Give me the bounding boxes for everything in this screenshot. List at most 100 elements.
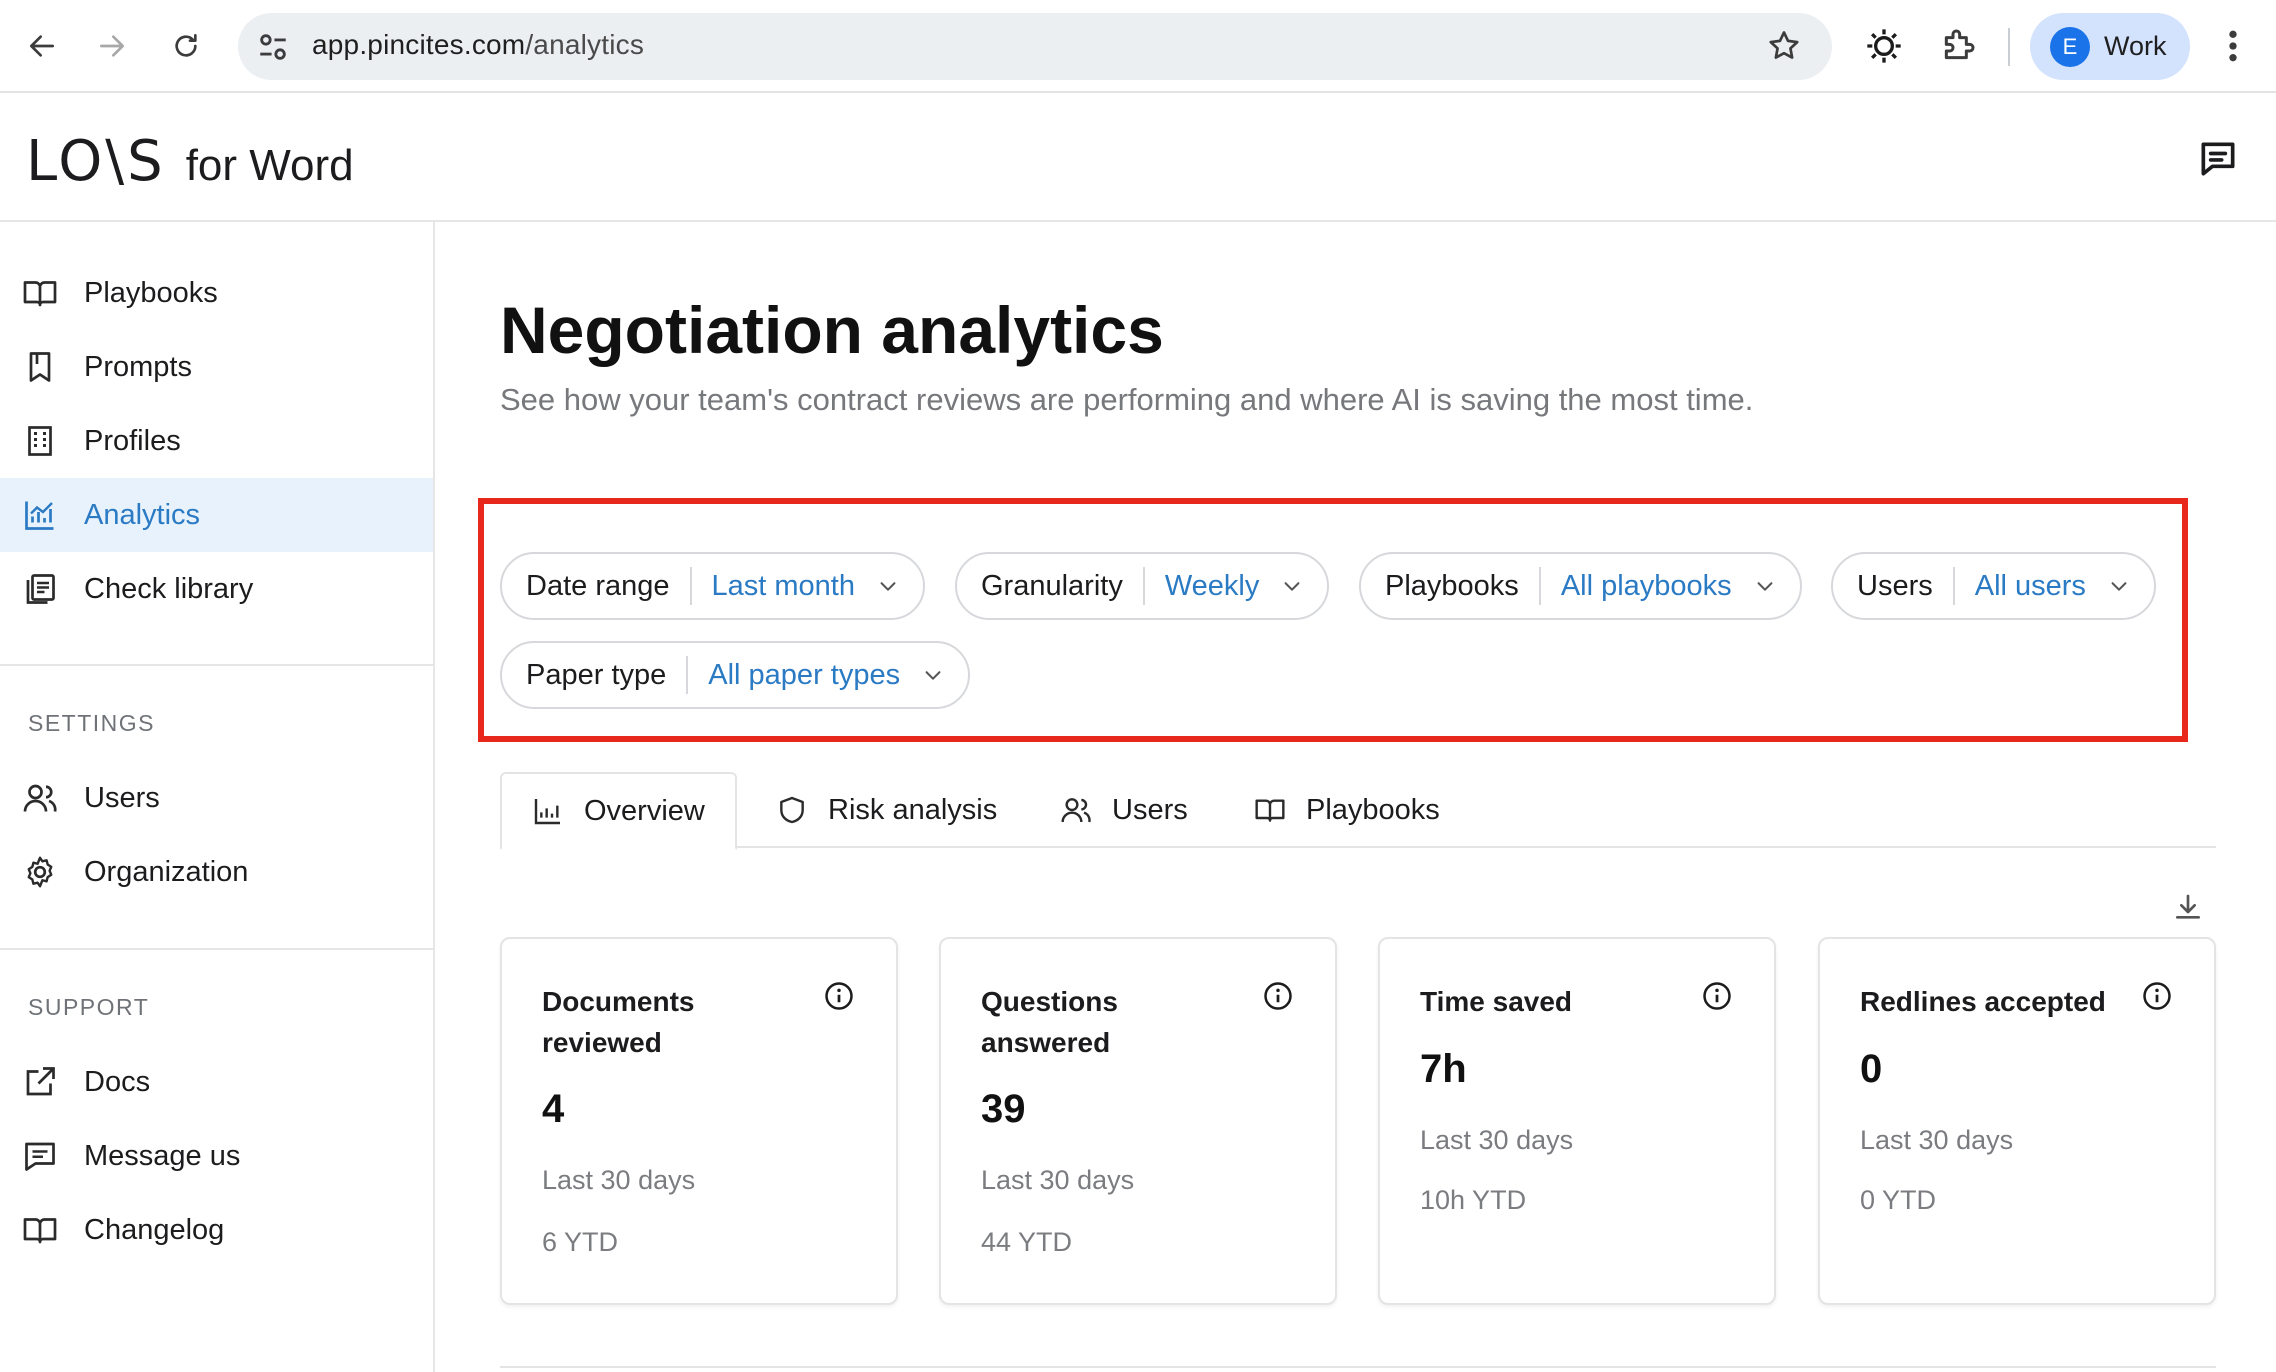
card-value: 39 (981, 1087, 1026, 1131)
card-period: Last 30 days (1420, 1125, 1574, 1155)
card-ytd: 6 YTD (542, 1227, 619, 1257)
sidebar-item-changelog[interactable]: Changelog (0, 1193, 433, 1267)
profile-button[interactable]: E Work (2030, 13, 2190, 80)
sidebar-item-message-us[interactable]: Message us (0, 1119, 433, 1193)
tab-risk-analysis[interactable]: Risk analysis (746, 772, 1027, 848)
metric-card-redlines-accepted: Redlines accepted 0 Last 30 days 0 YTD (1818, 937, 2216, 1305)
sidebar-item-profiles[interactable]: Profiles (0, 404, 433, 478)
bookmark-star-icon[interactable] (1766, 28, 1802, 64)
info-icon[interactable] (1263, 981, 1293, 1011)
tab-users[interactable]: Users (1030, 772, 1218, 848)
sidebar: Playbooks Prompts Profiles Analytics Che… (0, 222, 435, 1372)
card-title: Questions answered (981, 986, 1118, 1058)
tab-label: Risk analysis (828, 793, 998, 826)
download-icon[interactable] (2172, 892, 2204, 924)
chat-icon[interactable] (2196, 137, 2240, 181)
sidebar-item-playbooks[interactable]: Playbooks (0, 256, 433, 330)
url-text: app.pincites.com/analytics (312, 29, 644, 61)
more-vert-icon[interactable] (2220, 26, 2246, 66)
card-period: Last 30 days (981, 1165, 1135, 1195)
app-header: LO\S for Word (0, 93, 2276, 222)
extension-sun-icon[interactable] (1864, 26, 1904, 66)
reload-button[interactable] (162, 22, 210, 70)
support-heading: SUPPORT (28, 994, 150, 1020)
users-icon (23, 784, 57, 812)
filter-separator (1142, 567, 1145, 605)
profile-name: Work (2104, 31, 2167, 61)
card-period: Last 30 days (1860, 1125, 2014, 1155)
book-icon (23, 281, 57, 307)
tab-label: Playbooks (1306, 793, 1440, 826)
card-value: 0 (1860, 1047, 1883, 1091)
sidebar-divider (0, 664, 433, 666)
filter-separator (1952, 567, 1955, 605)
chart-icon (25, 501, 54, 530)
tab-label: Users (1112, 793, 1188, 826)
sidebar-divider (0, 948, 433, 950)
sidebar-item-analytics[interactable]: Analytics (0, 478, 433, 552)
filter-playbooks[interactable]: Playbooks All playbooks (1359, 552, 1802, 620)
card-period: Last 30 days (542, 1165, 696, 1195)
sidebar-item-prompts[interactable]: Prompts (0, 330, 433, 404)
settings-heading: SETTINGS (28, 710, 156, 736)
sidebar-item-label: Profiles (84, 424, 181, 457)
page-subtitle: See how your team's contract reviews are… (500, 382, 1754, 417)
info-icon[interactable] (1702, 981, 1732, 1011)
browser-toolbar: app.pincites.com/analytics E Work (0, 0, 2276, 93)
chevron-down-icon (880, 582, 896, 591)
sidebar-item-check-library[interactable]: Check library (0, 552, 433, 626)
sidebar-item-label: Prompts (84, 350, 192, 383)
card-ytd: 10h YTD (1420, 1185, 1527, 1215)
sidebar-item-docs[interactable]: Docs (0, 1045, 433, 1119)
metric-card-time-saved: Time saved 7h Last 30 days 10h YTD (1378, 937, 1776, 1305)
info-icon[interactable] (824, 981, 854, 1011)
filter-date-range[interactable]: Date range Last month (500, 552, 925, 620)
filter-granularity[interactable]: Granularity Weekly (955, 552, 1330, 620)
site-settings-icon[interactable] (256, 30, 290, 64)
filter-users[interactable]: Users All users (1831, 552, 2156, 620)
filter-value: Weekly (1164, 569, 1260, 602)
sidebar-item-label: Organization (84, 855, 249, 888)
url-path: /analytics (525, 29, 645, 60)
tab-overview[interactable]: Overview (500, 772, 737, 850)
library-icon (26, 574, 55, 604)
tab-playbooks[interactable]: Playbooks (1224, 772, 1470, 848)
filter-label: Granularity (981, 569, 1123, 602)
external-link-icon (26, 1067, 55, 1096)
chevron-down-icon (1757, 582, 1773, 591)
info-icon[interactable] (2142, 981, 2172, 1011)
toolbar-separator (2008, 28, 2010, 66)
chevron-down-icon (2111, 582, 2127, 591)
logo-sub: for Word (185, 141, 354, 190)
metric-card-questions-answered: Questions answered 39 Last 30 days 44 YT… (939, 937, 1337, 1305)
sidebar-item-users[interactable]: Users (0, 761, 433, 835)
sidebar-item-organization[interactable]: Organization (0, 835, 433, 909)
filter-value: All users (1974, 569, 2086, 602)
forward-button[interactable] (88, 22, 136, 70)
arrow-right-icon (100, 35, 124, 57)
sidebar-item-label: Changelog (84, 1213, 225, 1246)
filter-paper-type[interactable]: Paper type All paper types (500, 641, 971, 709)
arrow-left-icon (30, 35, 54, 57)
back-button[interactable] (18, 22, 66, 70)
address-bar[interactable]: app.pincites.com/analytics (238, 13, 1832, 80)
avatar: E (2050, 26, 2090, 67)
shield-icon (780, 796, 804, 824)
extensions-puzzle-icon[interactable] (1938, 26, 1978, 66)
card-title: Time saved (1420, 986, 1573, 1017)
sidebar-item-label: Check library (84, 572, 254, 605)
tab-label: Overview (584, 794, 705, 827)
book-icon (1255, 799, 1285, 822)
metric-card-documents-reviewed: Documents reviewed 4 Last 30 days 6 YTD (500, 937, 898, 1305)
app-logo: LO\S for Word (26, 129, 354, 194)
filter-separator (686, 656, 689, 694)
card-ytd: 44 YTD (981, 1227, 1073, 1257)
logo-main: LO\S (26, 129, 166, 194)
sidebar-item-label: Playbooks (84, 276, 218, 309)
users-icon (1061, 798, 1091, 823)
card-title: Redlines accepted (1860, 986, 2106, 1017)
card-value: 4 (542, 1087, 565, 1131)
card-value: 7h (1420, 1047, 1467, 1091)
filter-value: All paper types (708, 658, 901, 691)
sidebar-item-label: Users (84, 781, 160, 814)
